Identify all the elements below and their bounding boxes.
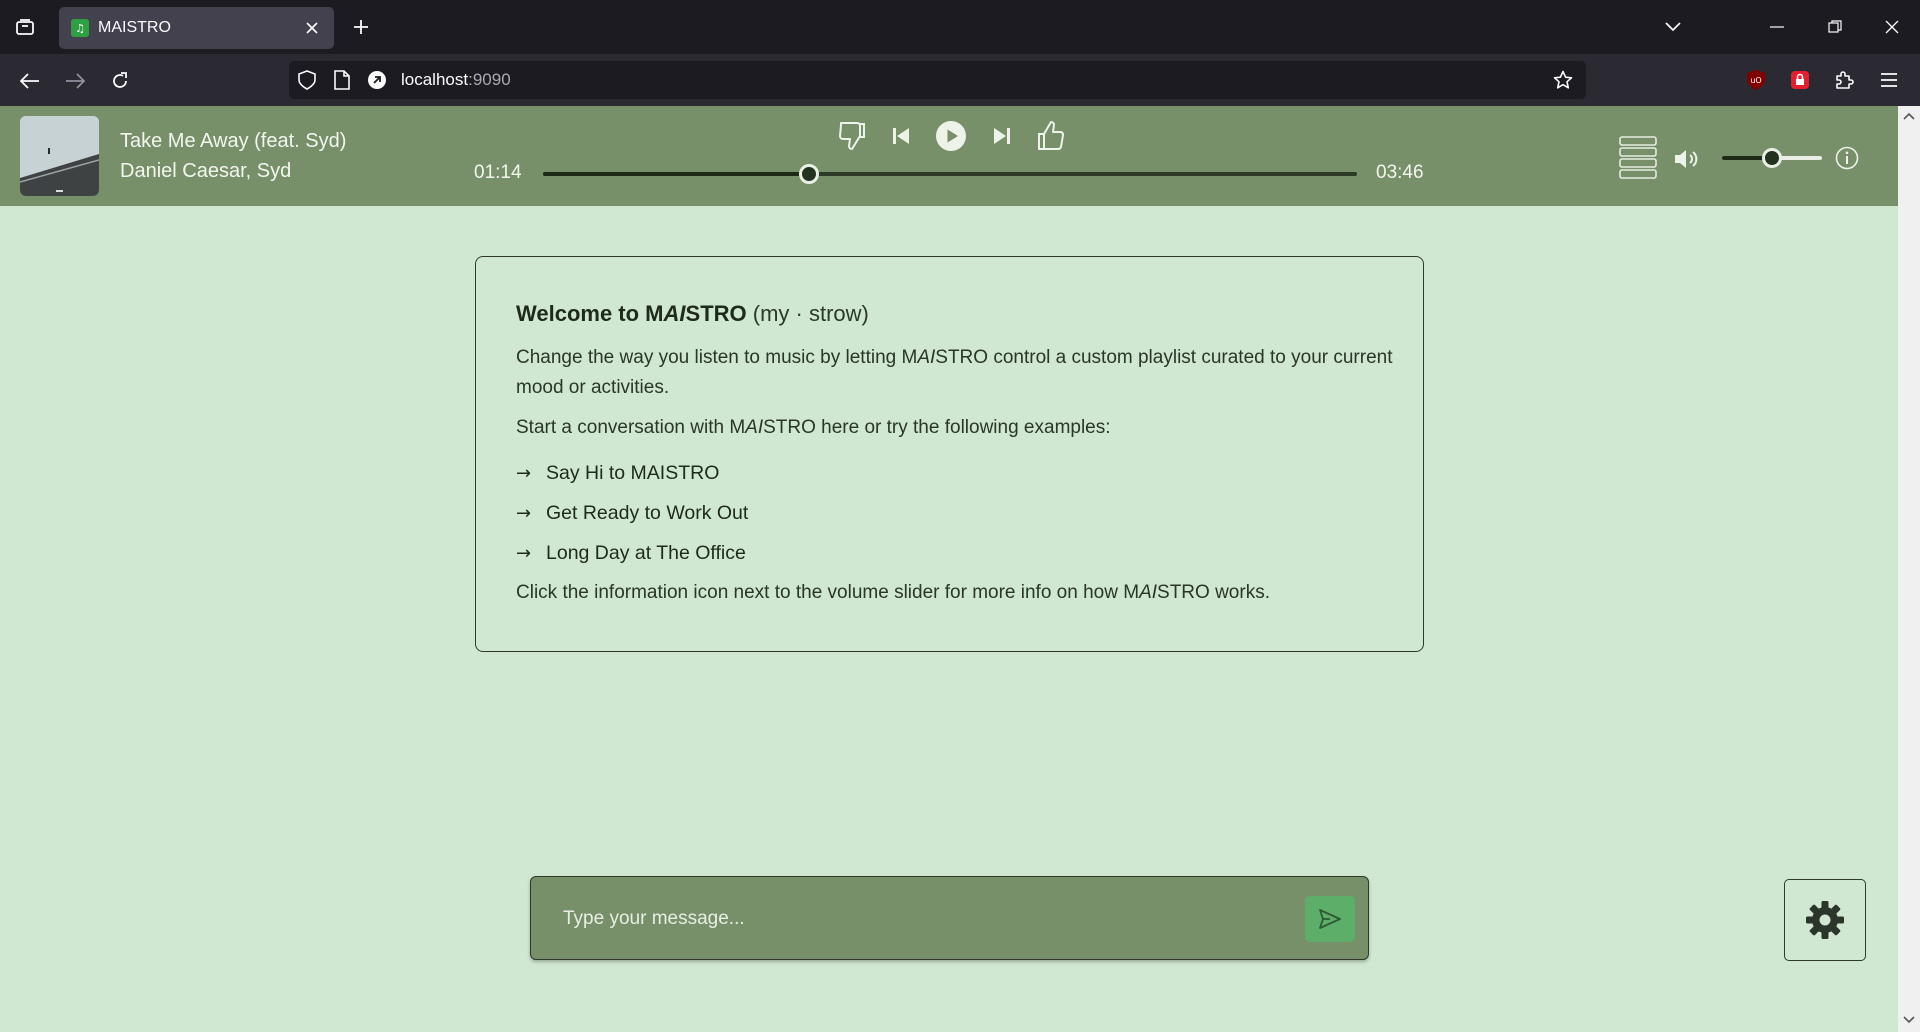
play-icon[interactable]: [933, 118, 969, 154]
message-composer: [530, 876, 1369, 960]
track-artist: Daniel Caesar, Syd: [120, 160, 292, 182]
example-label: Get Ready to Work Out: [546, 502, 749, 524]
arrow-right-icon: →: [516, 463, 532, 484]
minimize-icon[interactable]: [1762, 12, 1792, 42]
progress-thumb[interactable]: [799, 164, 820, 184]
page-scrollbar[interactable]: [1898, 106, 1920, 1032]
example-link-long-day[interactable]: → Long Day at The Office: [516, 542, 746, 565]
browser-tab[interactable]: ♫ MAISTRO: [59, 7, 334, 49]
volume-thumb[interactable]: [1762, 148, 1782, 168]
back-icon[interactable]: [15, 66, 45, 96]
url-port: :9090: [468, 70, 511, 89]
reload-icon[interactable]: [105, 66, 135, 96]
tab-title: MAISTRO: [98, 19, 171, 36]
list-all-tabs-icon[interactable]: [12, 15, 38, 39]
progress-slider[interactable]: [543, 164, 1357, 184]
music-favicon-icon: ♫: [71, 19, 89, 37]
arrow-right-icon: →: [516, 543, 532, 564]
welcome-title: Welcome to MAISTRO (my · strow): [516, 301, 869, 327]
thumbs-up-icon[interactable]: [1033, 118, 1069, 154]
thumbs-down-icon[interactable]: [834, 118, 870, 154]
page-viewport: Take Me Away (feat. Syd) Daniel Caesar, …: [0, 106, 1898, 1032]
para1-a: Change the way you listen to music by le…: [516, 347, 918, 368]
para2-b: STRO here or try the following examples:: [763, 417, 1111, 438]
example-label: Say Hi to MAISTRO: [546, 462, 720, 484]
para3-ai: AI: [1139, 582, 1158, 603]
title-prefix: Welcome to M: [516, 301, 664, 326]
track-title: Take Me Away (feat. Syd): [120, 130, 347, 152]
menu-icon[interactable]: [1877, 68, 1901, 92]
page-icon[interactable]: [332, 70, 352, 90]
restore-icon[interactable]: [1820, 12, 1850, 42]
title-suffix: STRO: [685, 301, 747, 326]
navigation-bar: localhost:9090 uO: [0, 54, 1920, 106]
welcome-card: Welcome to MAISTRO (my · strow) Change t…: [475, 256, 1424, 652]
playback-controls: [834, 118, 1066, 154]
para1-ai: AI: [917, 347, 936, 368]
pronunciation: (my · strow): [752, 301, 869, 326]
chevron-down-icon[interactable]: [1658, 12, 1688, 42]
volume-slider[interactable]: [1722, 148, 1822, 168]
gear-icon: [1806, 901, 1844, 939]
scroll-up-icon[interactable]: [1903, 110, 1915, 122]
para3-a: Click the information icon next to the v…: [516, 582, 1140, 603]
shield-icon[interactable]: [297, 70, 317, 90]
time-current: 01:14: [474, 162, 522, 183]
para2-a: Start a conversation with M: [516, 417, 746, 438]
example-label: Long Day at The Office: [546, 542, 746, 564]
send-button[interactable]: [1305, 896, 1355, 942]
player-bar: Take Me Away (feat. Syd) Daniel Caesar, …: [0, 106, 1898, 206]
example-link-say-hi[interactable]: → Say Hi to MAISTRO: [516, 462, 719, 485]
next-icon[interactable]: [984, 118, 1020, 154]
previous-icon[interactable]: [883, 118, 919, 154]
extensions-icon[interactable]: [1832, 68, 1856, 92]
para2-ai: AI: [745, 417, 764, 438]
close-window-icon[interactable]: [1877, 12, 1907, 42]
queue-list-icon[interactable]: [1618, 134, 1658, 182]
url-host: localhost: [401, 70, 469, 89]
settings-button[interactable]: [1784, 879, 1866, 961]
star-icon[interactable]: [1553, 70, 1573, 90]
close-icon[interactable]: [300, 16, 324, 40]
title-ai: AI: [663, 301, 686, 326]
tab-bar: ♫ MAISTRO: [0, 0, 1920, 54]
volume-icon[interactable]: [1672, 144, 1702, 174]
start-paragraph: Start a conversation with MAISTRO here o…: [516, 413, 1396, 443]
plus-icon[interactable]: [348, 14, 374, 40]
scroll-down-icon[interactable]: [1903, 1014, 1915, 1026]
para3-b: STRO works.: [1157, 582, 1270, 603]
send-icon: [1319, 909, 1341, 929]
info-icon[interactable]: [1833, 144, 1861, 172]
time-total: 03:46: [1376, 162, 1424, 183]
url-text: localhost:9090: [401, 70, 511, 90]
progress-fill: [543, 172, 810, 176]
connection-icon[interactable]: [367, 70, 387, 90]
message-input[interactable]: [563, 899, 1303, 939]
lock-extension-icon[interactable]: [1788, 68, 1812, 92]
example-link-work-out[interactable]: → Get Ready to Work Out: [516, 502, 748, 525]
info-paragraph: Click the information icon next to the v…: [516, 578, 1396, 608]
forward-icon: [60, 66, 90, 96]
arrow-right-icon: →: [516, 503, 532, 524]
svg-text:uO: uO: [1750, 76, 1761, 85]
album-cover: [20, 116, 99, 196]
url-bar[interactable]: localhost:9090: [289, 61, 1586, 99]
ublock-icon[interactable]: uO: [1744, 68, 1768, 92]
intro-paragraph: Change the way you listen to music by le…: [516, 343, 1396, 403]
